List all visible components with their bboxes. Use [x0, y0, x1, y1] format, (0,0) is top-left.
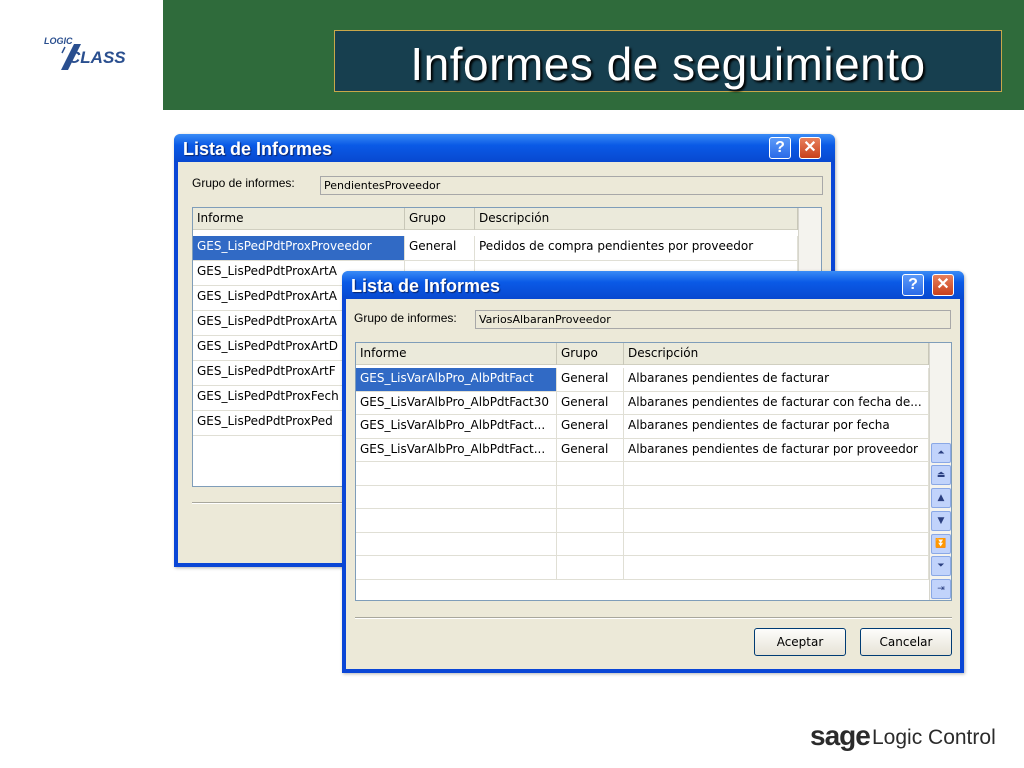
window-titlebar[interactable]: Lista de Informes ? ✕ [342, 271, 964, 299]
cell-informe[interactable]: GES_LisVarAlbPro_AlbPdtFact... [356, 438, 557, 462]
group-label: Grupo de informes: [192, 176, 295, 190]
cell-grupo[interactable]: General [557, 438, 624, 462]
column-header-grupo[interactable]: Grupo [405, 208, 475, 230]
column-header-informe[interactable]: Informe [356, 343, 557, 365]
window-body: Grupo de informes: VariosAlbaranProveedo… [346, 299, 960, 669]
sage-brand-text: sage [810, 720, 871, 751]
cell-descripcion [624, 556, 929, 580]
export-icon[interactable]: ⇥ [931, 579, 951, 599]
table-row[interactable]: GES_LisVarAlbPro_AlbPdtFact... General Alb… [356, 415, 929, 439]
column-header-descripcion[interactable]: Descripción [624, 343, 929, 365]
scroll-down-icon[interactable]: ▼ [931, 511, 951, 531]
scroll-up-icon[interactable]: ▲ [931, 488, 951, 508]
scroll-page-down-icon[interactable]: ⏬ [931, 534, 951, 554]
grid-header: Informe Grupo Descripción [193, 208, 798, 230]
cell-descripcion[interactable]: Albaranes pendientes de facturar por fec… [624, 415, 929, 439]
grid-header: Informe Grupo Descripción [356, 343, 929, 365]
separator [355, 617, 952, 619]
cell-grupo[interactable]: General [557, 415, 624, 439]
cell-informe [356, 556, 557, 580]
cell-grupo [557, 509, 624, 533]
help-icon[interactable]: ? [902, 274, 924, 296]
sage-logic-control-logo: sage Logic Control [810, 720, 996, 756]
table-row[interactable]: GES_LisPedPdtProxProveedor General Pedidos… [193, 236, 798, 261]
cell-descripcion [624, 462, 929, 486]
window-titlebar[interactable]: Lista de Informes ? ✕ [174, 134, 835, 162]
cell-descripcion[interactable]: Albaranes pendientes de facturar [624, 368, 929, 392]
group-label: Grupo de informes: [354, 311, 457, 325]
cell-descripcion[interactable]: Albaranes pendientes de facturar con fec… [624, 391, 929, 415]
slide: LOGIC CLASS Informes de seguimiento List… [0, 0, 1024, 768]
table-row[interactable]: GES_LisVarAlbPro_AlbPdtFact... General Alb… [356, 438, 929, 462]
cell-descripcion[interactable]: Pedidos de compra pendientes por proveed… [475, 236, 798, 261]
table-row[interactable]: GES_LisVarAlbPro_AlbPdtFact30 General Alba… [356, 391, 929, 415]
cell-informe [356, 462, 557, 486]
page-title: Informes de seguimiento [410, 38, 926, 90]
cell-descripcion [624, 485, 929, 509]
reports-grid[interactable]: Informe Grupo Descripción GES_LisVarAlbP… [355, 342, 952, 601]
cell-descripcion [624, 509, 929, 533]
logo-main-text: CLASS [68, 48, 126, 67]
cell-grupo[interactable]: General [557, 391, 624, 415]
cell-descripcion[interactable]: Albaranes pendientes de facturar por pro… [624, 438, 929, 462]
column-header-descripcion[interactable]: Descripción [475, 208, 798, 230]
cell-informe [356, 485, 557, 509]
empty-table-row [356, 462, 929, 486]
cell-grupo [557, 485, 624, 509]
group-field[interactable]: VariosAlbaranProveedor [475, 310, 951, 329]
cell-informe [356, 532, 557, 556]
title-box: Informes de seguimiento [334, 30, 1002, 92]
scroll-top-icon[interactable]: ⏶ [931, 443, 951, 463]
close-icon[interactable]: ✕ [799, 137, 821, 159]
vertical-scrollbar[interactable]: ⏶ ⏏ ▲ ▼ ⏬ ⏷ ⇥ [929, 343, 951, 600]
cell-grupo[interactable]: General [405, 236, 475, 261]
empty-table-row [356, 509, 929, 533]
accept-button[interactable]: Aceptar [754, 628, 846, 656]
empty-table-row [356, 556, 929, 580]
empty-table-row [356, 485, 929, 509]
cell-grupo [557, 532, 624, 556]
cell-informe[interactable]: GES_LisVarAlbPro_AlbPdtFact [356, 368, 557, 392]
logicclass-logo: LOGIC CLASS [38, 32, 128, 76]
cell-informe [356, 509, 557, 533]
cell-grupo [557, 556, 624, 580]
table-row[interactable]: GES_LisVarAlbPro_AlbPdtFact General Albara… [356, 368, 929, 392]
report-list-window-front: Lista de Informes ? ✕ Grupo de informes:… [342, 271, 964, 673]
empty-table-row [356, 532, 929, 556]
cell-informe[interactable]: GES_LisPedPdtProxProveedor [193, 236, 405, 261]
scroll-page-up-icon[interactable]: ⏏ [931, 465, 951, 485]
help-icon[interactable]: ? [769, 137, 791, 159]
close-icon[interactable]: ✕ [932, 274, 954, 296]
cell-descripcion [624, 532, 929, 556]
window-title: Lista de Informes [351, 276, 501, 296]
window-title: Lista de Informes [183, 139, 333, 159]
cell-informe[interactable]: GES_LisVarAlbPro_AlbPdtFact30 [356, 391, 557, 415]
cell-grupo[interactable]: General [557, 368, 624, 392]
column-header-grupo[interactable]: Grupo [557, 343, 624, 365]
group-field[interactable]: PendientesProveedor [320, 176, 823, 195]
scroll-bottom-icon[interactable]: ⏷ [931, 556, 951, 576]
column-header-informe[interactable]: Informe [193, 208, 405, 230]
cell-informe[interactable]: GES_LisVarAlbPro_AlbPdtFact... [356, 415, 557, 439]
logic-control-text: Logic Control [872, 726, 996, 749]
cancel-button[interactable]: Cancelar [860, 628, 952, 656]
cell-grupo [557, 462, 624, 486]
